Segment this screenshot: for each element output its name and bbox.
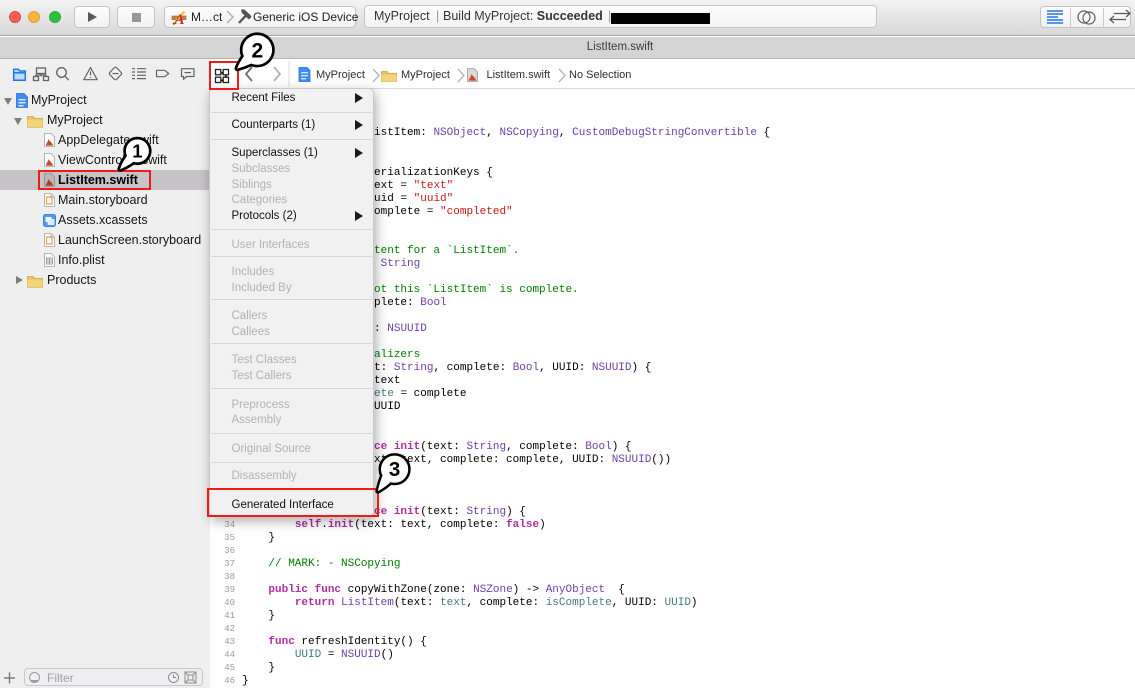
svg-text:3: 3	[389, 458, 400, 481]
svg-text:1: 1	[132, 140, 142, 161]
svg-text:2: 2	[251, 39, 263, 62]
svg-text:A: A	[173, 12, 184, 27]
